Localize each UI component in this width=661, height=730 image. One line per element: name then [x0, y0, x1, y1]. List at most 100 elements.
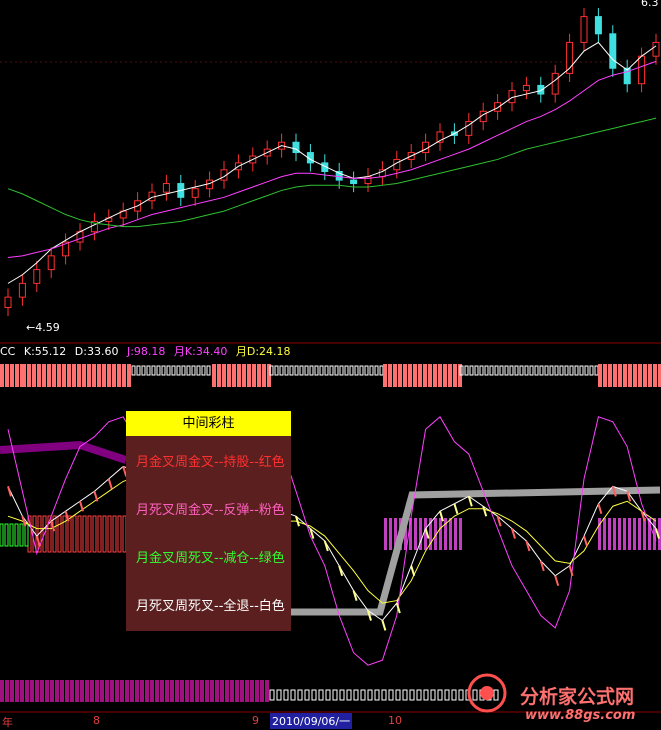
candle-body [638, 55, 646, 85]
bottom-bar-purple [210, 680, 214, 702]
state-bar-red [613, 364, 617, 387]
bottom-bar-purple [70, 680, 74, 702]
mid-band-pink [623, 518, 626, 550]
state-bar-red [423, 364, 427, 387]
bottom-bar-purple [135, 680, 139, 702]
bottom-bar-white [318, 689, 324, 701]
state-bar-white [161, 365, 166, 376]
bottom-bar-white [332, 689, 338, 701]
state-bar-red [608, 364, 612, 387]
state-bar-red [443, 364, 447, 387]
state-bar-white [534, 365, 539, 376]
state-bar-white [329, 365, 334, 376]
legend-row-white: 月死叉周死叉--全退--白色 [136, 599, 285, 614]
bottom-bar-purple [125, 680, 129, 702]
bottom-bar-white [269, 689, 275, 701]
bottom-bar-white [402, 689, 408, 701]
bottom-bar-purple [225, 680, 229, 702]
bottom-bar-purple [95, 680, 99, 702]
chart-canvas[interactable] [0, 0, 661, 730]
bottom-bar-purple [120, 680, 124, 702]
state-bar-red [628, 364, 632, 387]
x-axis-label-year: 年 [2, 716, 13, 729]
state-bar-white [554, 365, 559, 376]
mid-band-red [102, 515, 107, 553]
bottom-bar-purple [0, 680, 4, 702]
bottom-bar-purple [215, 680, 219, 702]
state-bar-white [514, 365, 519, 376]
mid-band-pink [454, 518, 457, 550]
state-bar-red [252, 364, 256, 387]
bottom-bar-white [346, 689, 352, 701]
mid-band-red [107, 515, 112, 553]
mid-band-red [97, 515, 102, 553]
state-bar-white [279, 365, 284, 376]
bottom-bar-purple [190, 680, 194, 702]
state-bar-red [222, 364, 226, 387]
state-bar-white [529, 365, 534, 376]
bottom-bar-white [276, 689, 282, 701]
mid-band-pink [613, 518, 616, 550]
bottom-bar-white [458, 689, 464, 701]
mid-band-pink [628, 518, 631, 550]
price-low-label: ←4.59 [26, 321, 60, 334]
mid-band-red [72, 515, 77, 553]
bottom-bar-purple [145, 680, 149, 702]
mid-band-pink [449, 518, 452, 550]
state-bar-white [354, 365, 359, 376]
bottom-bar-purple [195, 680, 199, 702]
candle-body [551, 72, 559, 95]
state-bar-white [504, 365, 509, 376]
state-bar-red [102, 364, 106, 387]
state-bar-red [227, 364, 231, 387]
bottom-bar-white [297, 689, 303, 701]
bottom-bar-purple [60, 680, 64, 702]
state-bar-red [393, 364, 397, 387]
mid-band-green [4, 523, 9, 547]
state-bar-white [309, 365, 314, 376]
state-bar-white [206, 365, 211, 376]
state-bar-red [257, 364, 261, 387]
state-bar-red [633, 364, 637, 387]
state-bar-red [112, 364, 116, 387]
bottom-bar-purple [25, 680, 29, 702]
mid-band-green [14, 523, 19, 547]
mid-band-green [0, 523, 4, 547]
x-axis-label-10: 10 [388, 714, 402, 727]
mid-band-pink [384, 518, 387, 550]
state-bar-red [408, 364, 412, 387]
state-bar-white [509, 365, 514, 376]
candle-body [580, 16, 588, 43]
candle-body [594, 16, 602, 35]
state-bar-red [403, 364, 407, 387]
x-axis-label-9: 9 [252, 714, 259, 727]
state-bar-red [618, 364, 622, 387]
state-bar-white [364, 365, 369, 376]
mid-band-pink [638, 518, 641, 550]
bottom-bar-purple [20, 680, 24, 702]
bottom-bar-purple [170, 680, 174, 702]
bottom-bar-white [353, 689, 359, 701]
state-bar-red [262, 364, 266, 387]
state-bar-white [359, 365, 364, 376]
bottom-bar-purple [5, 680, 9, 702]
state-bar-white [594, 365, 599, 376]
indicator-header: CC K:55.12 D:33.60 J:98.18 月K:34.40 月D:2… [0, 345, 296, 359]
state-bar-red [388, 364, 392, 387]
low-arrow: ← [26, 321, 36, 334]
ma-mid-line [7, 60, 657, 259]
kd-stub [597, 503, 603, 515]
candle-body [33, 269, 41, 284]
state-bar-white [176, 365, 181, 376]
bottom-bar-purple [40, 680, 44, 702]
price-high-label: 6.3 [641, 0, 659, 9]
mid-band-pink [633, 518, 636, 550]
state-bar-white [479, 365, 484, 376]
mid-band-pink [618, 518, 621, 550]
indicator-d-value: D:33.60 [74, 345, 119, 358]
mid-band-red [77, 515, 82, 553]
mid-band-red [92, 515, 97, 553]
bottom-bar-purple [235, 680, 239, 702]
state-bar-red [217, 364, 221, 387]
bottom-bar-purple [245, 680, 249, 702]
